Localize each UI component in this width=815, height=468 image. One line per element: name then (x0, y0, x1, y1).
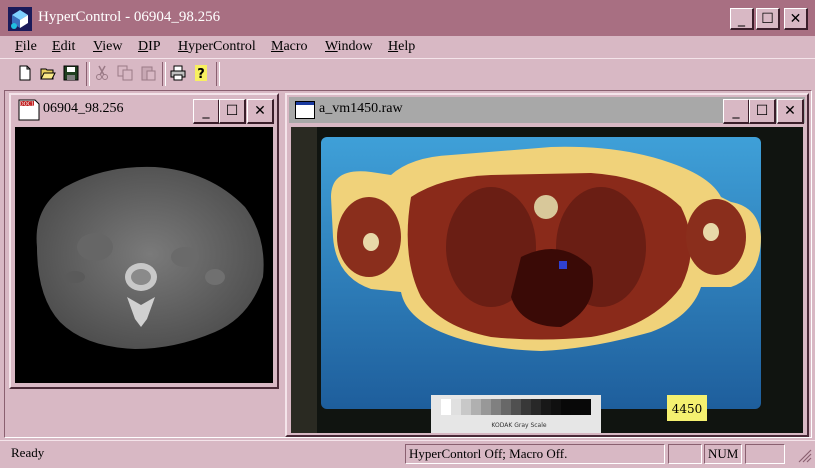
new-file-icon (19, 65, 31, 81)
print-icon (170, 65, 186, 81)
paste-icon (141, 66, 156, 81)
svg-text:KODAK Gray Scale: KODAK Gray Scale (491, 422, 546, 429)
maximize-icon: ☐ (225, 103, 239, 119)
app-title: HyperControl - 06904_98.256 (38, 9, 221, 25)
window-app-icon (295, 101, 315, 119)
save-disk-icon (63, 65, 79, 81)
menu-help[interactable]: Help (388, 39, 415, 55)
specimen-tag-label: 4450 (672, 402, 703, 416)
app-title-bar[interactable]: HyperControl - 06904_98.256 _ ☐ ✕ (0, 0, 815, 36)
cut-button[interactable] (91, 62, 113, 84)
status-bar: Ready HyperContorl Off; Macro Off. NUM (0, 440, 815, 466)
toolbar: ? (0, 58, 815, 88)
print-button[interactable] (167, 62, 189, 84)
ct-minimize-button[interactable]: _ (193, 99, 220, 124)
close-icon: ✕ (789, 10, 802, 27)
open-folder-icon (40, 68, 56, 80)
cryosection-image[interactable]: KODAK Gray Scale 4450 (291, 127, 803, 433)
svg-text:DOC1: DOC1 (20, 102, 34, 108)
raw-image-window[interactable]: a_vm1450.raw _ ☐ ✕ KODAK Gray Scale 4450 (285, 93, 809, 437)
app-close-button[interactable]: ✕ (784, 8, 808, 30)
copy-icon (117, 65, 133, 81)
maximize-icon: ☐ (761, 10, 774, 27)
ct-window-title-bar[interactable]: DOC1 06904_98.256 _ ☐ ✕ (13, 97, 275, 124)
menu-view[interactable]: View (93, 39, 123, 55)
app-logo-icon[interactable] (8, 7, 32, 31)
open-button[interactable] (37, 62, 59, 84)
toolbar-separator (86, 62, 90, 86)
ct-image-window[interactable]: DOC1 06904_98.256 _ ☐ ✕ (9, 93, 279, 389)
status-empty-panel (668, 444, 702, 464)
help-icon: ? (195, 65, 207, 81)
help-button[interactable]: ? (190, 62, 212, 84)
menu-hypercontrol[interactable]: HyperControl (178, 39, 256, 55)
status-hypercontrol: HyperContorl Off; Macro Off. (405, 444, 665, 464)
minimize-icon: _ (732, 103, 740, 119)
menu-bar: File Edit View DIP HyperControl Macro Wi… (0, 36, 815, 58)
ct-scan-image[interactable] (15, 127, 273, 383)
save-button[interactable] (60, 62, 82, 84)
gray-scale-strip (441, 399, 591, 415)
ct-close-button[interactable]: ✕ (247, 99, 274, 124)
close-icon: ✕ (254, 103, 266, 119)
status-scroll-panel (745, 444, 785, 464)
mdi-workspace: DOC1 06904_98.256 _ ☐ ✕ a_vm1450.raw _ ☐… (4, 90, 812, 438)
copy-button[interactable] (114, 62, 136, 84)
status-text: Ready (11, 445, 45, 460)
cut-icon (96, 65, 108, 80)
maximize-icon: ☐ (755, 103, 769, 119)
document-icon: DOC1 (17, 98, 41, 122)
menu-edit[interactable]: Edit (52, 39, 75, 55)
svg-text:?: ? (197, 67, 205, 81)
status-num-indicator: NUM (704, 444, 742, 464)
raw-close-button[interactable]: ✕ (777, 99, 804, 124)
raw-minimize-button[interactable]: _ (723, 99, 750, 124)
resize-grip-icon[interactable] (796, 447, 812, 463)
new-file-button[interactable] (14, 62, 36, 84)
raw-maximize-button[interactable]: ☐ (749, 99, 776, 124)
raw-window-title: a_vm1450.raw (319, 101, 403, 116)
menu-window[interactable]: Window (325, 39, 373, 55)
menu-macro[interactable]: Macro (271, 39, 308, 55)
paste-button[interactable] (137, 62, 159, 84)
ct-maximize-button[interactable]: ☐ (219, 99, 246, 124)
app-maximize-button[interactable]: ☐ (756, 8, 780, 30)
toolbar-separator (162, 62, 166, 86)
toolbar-separator (216, 62, 220, 86)
menu-file[interactable]: File (15, 39, 37, 55)
ct-window-title: 06904_98.256 (43, 101, 124, 116)
minimize-icon: _ (202, 103, 210, 119)
app-minimize-button[interactable]: _ (730, 8, 754, 30)
menu-dip[interactable]: DIP (138, 39, 161, 55)
raw-window-title-bar[interactable]: a_vm1450.raw _ ☐ ✕ (289, 97, 805, 124)
close-icon: ✕ (784, 103, 796, 119)
minimize-icon: _ (738, 10, 745, 27)
